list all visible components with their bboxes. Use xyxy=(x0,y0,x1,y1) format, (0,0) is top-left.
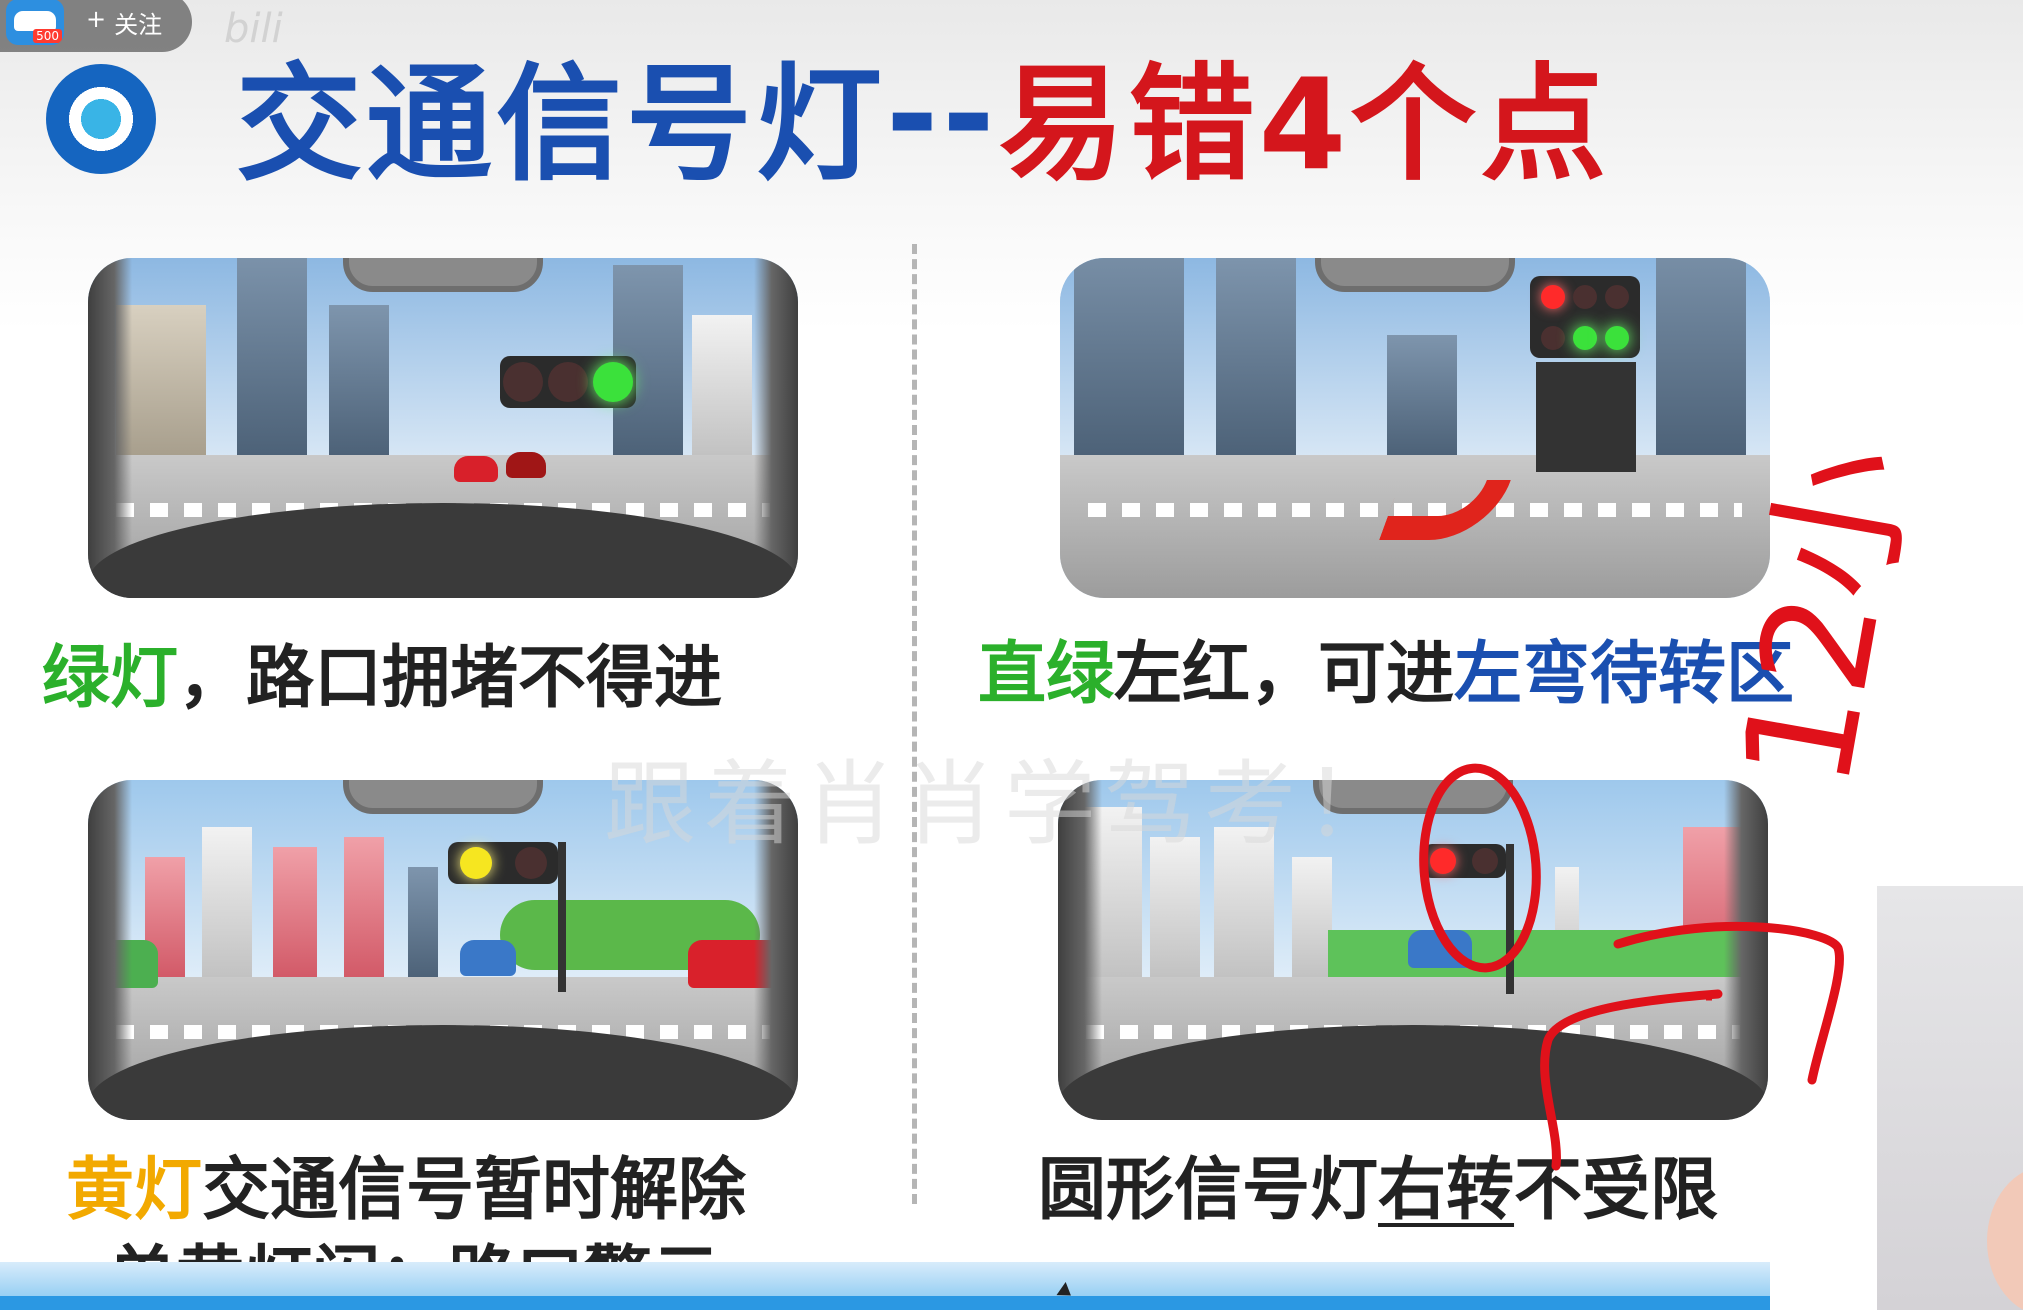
circle-annotation xyxy=(1419,763,1541,973)
presenter-face xyxy=(1987,1166,2023,1310)
bottom-bar xyxy=(0,1296,1770,1310)
annotation-layer: 12小 xyxy=(1419,433,1941,1171)
video-frame: 500 + 关注 bili 交通信号灯 -- 易错4个点 绿灯，路口拥堵不得进 … xyxy=(0,0,2023,1310)
presenter-video[interactable] xyxy=(1877,886,2023,1310)
arrow-annotation xyxy=(1540,989,1723,1171)
handwritten-annotation: 12小 xyxy=(1710,433,1941,799)
